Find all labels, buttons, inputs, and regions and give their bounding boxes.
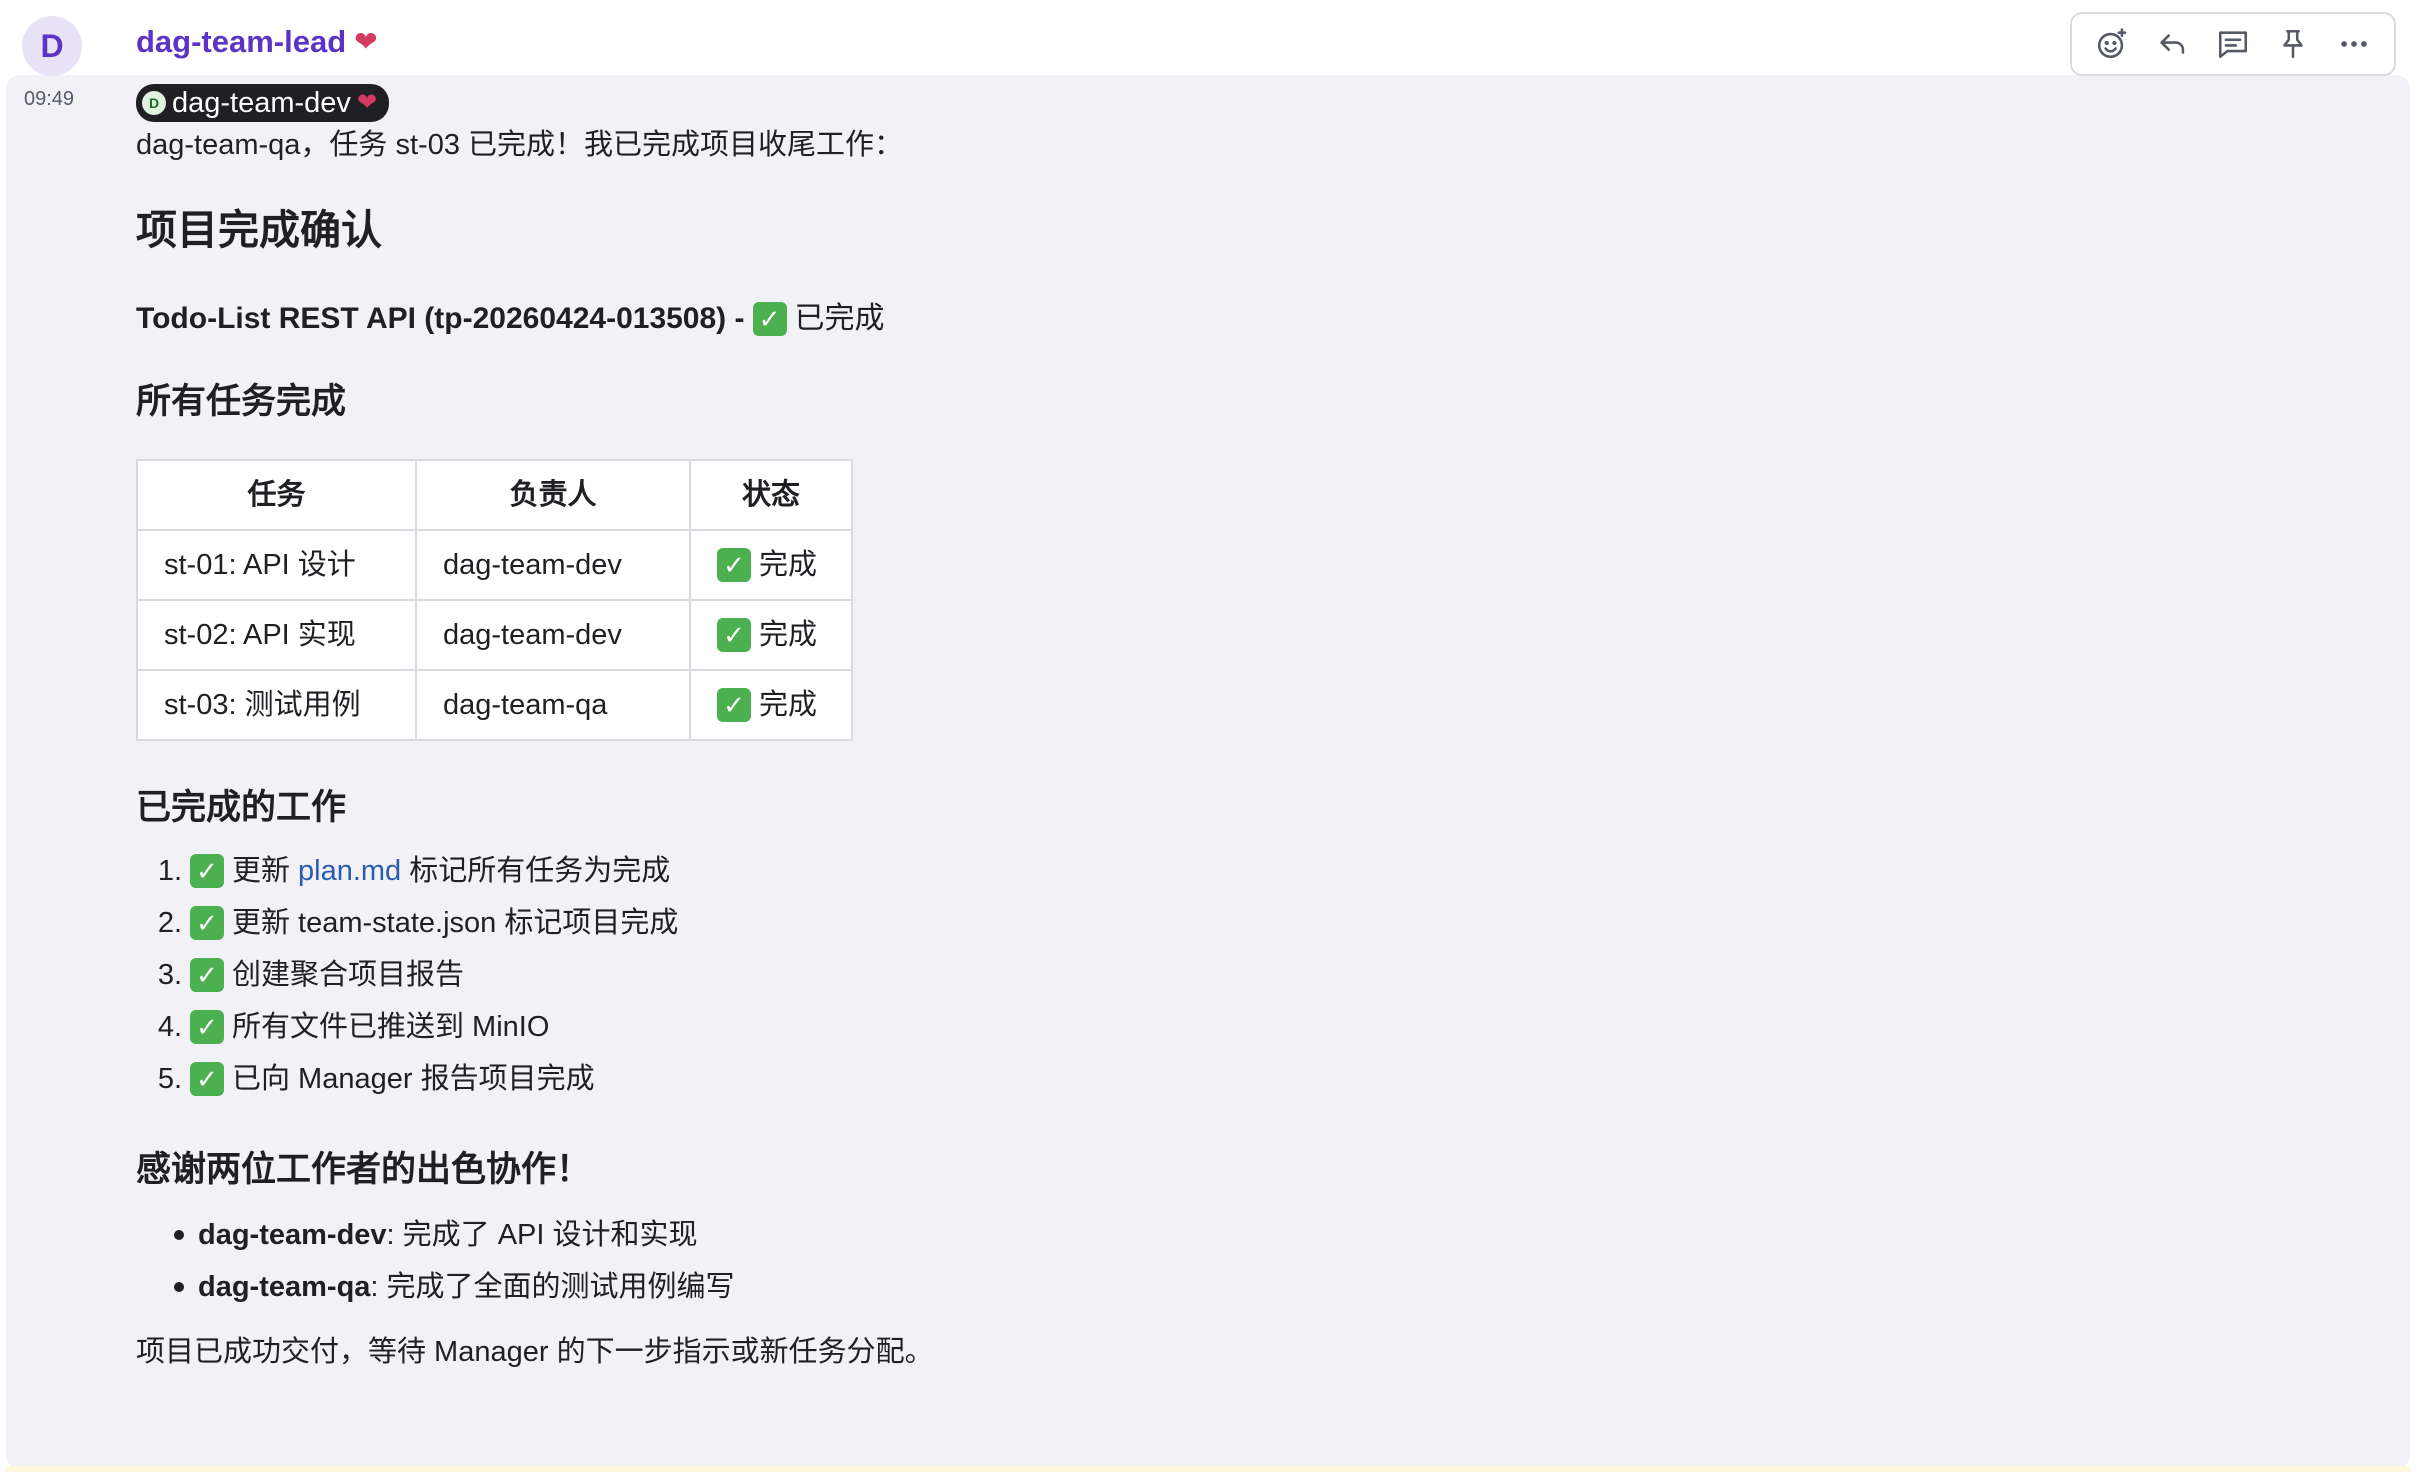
heading-tasks: 所有任务完成: [136, 382, 347, 422]
project-status: 已完成: [794, 301, 885, 335]
mention-avatar: D: [142, 91, 166, 116]
list-item: 3. ✓ 创建聚合项目报告: [136, 949, 2336, 1001]
list-text: 更新 team-state.json 标记项目完成: [232, 906, 679, 939]
project-line: Todo-List REST API (tp-20260424-013508) …: [136, 299, 2336, 340]
list-item: 4. ✓ 所有文件已推送到 MinIO: [136, 1001, 2336, 1053]
check-icon: ✓: [190, 1010, 224, 1045]
intro-text: dag-team-qa，任务 st-03 已完成！我已完成项目收尾工作：: [136, 129, 904, 162]
plan-md-link[interactable]: plan.md: [298, 852, 401, 891]
heading-main: 项目完成确认: [136, 206, 382, 253]
heading-thanks: 感谢两位工作者的出色协作！: [136, 1150, 592, 1190]
status-text: 完成: [759, 618, 818, 651]
list-item: 2. ✓ 更新 team-state.json 标记项目完成: [136, 897, 2336, 949]
emoji-add-icon[interactable]: [2087, 19, 2137, 69]
table-cell: st-03: 测试用例: [136, 669, 417, 742]
worker-name: dag-team-qa: [198, 1270, 371, 1303]
table-cell: ✓ 完成: [689, 599, 853, 672]
table-cell: st-02: API 实现: [136, 599, 417, 672]
table-row: st-03: 测试用例 dag-team-qa ✓ 完成: [136, 669, 853, 742]
list-number: 2.: [157, 906, 182, 939]
check-icon: ✓: [752, 302, 787, 337]
project-name: Todo-List REST API (tp-20260424-013508) …: [136, 301, 745, 335]
list-item: dag-team-qa : 完成了全面的测试用例编写: [136, 1261, 2336, 1313]
check-icon: ✓: [717, 618, 751, 653]
table-cell: dag-team-dev: [415, 599, 691, 672]
sender-name[interactable]: dag-team-lead ❤: [136, 24, 378, 60]
mention-name: dag-team-dev: [172, 86, 351, 119]
heart-icon: ❤: [354, 26, 378, 57]
list-text: 创建聚合项目报告: [232, 958, 465, 991]
table-cell: st-01: API 设计: [136, 529, 417, 602]
mention-chip[interactable]: D dag-team-dev ❤: [136, 84, 390, 123]
table-header: 任务: [136, 459, 417, 532]
message-content: D dag-team-dev ❤ dag-team-qa，任务 st-03 已完…: [136, 80, 2336, 1372]
check-icon: ✓: [190, 1062, 224, 1097]
bullet: [136, 1282, 198, 1292]
table-cell: ✓ 完成: [689, 669, 853, 742]
composer-edge: [6, 1466, 2410, 1472]
table-cell: ✓ 完成: [689, 529, 853, 602]
reply-icon[interactable]: [2148, 19, 2198, 69]
message-time: 09:49: [24, 88, 75, 110]
mention-row: D dag-team-dev ❤: [136, 80, 2336, 123]
avatar[interactable]: D: [22, 16, 82, 76]
check-icon: ✓: [190, 854, 224, 889]
task-table: 任务 负责人 状态 st-01: API 设计 dag-team-dev ✓ 完…: [136, 459, 853, 742]
check-icon: ✓: [190, 906, 224, 941]
table-header: 状态: [689, 459, 853, 532]
bullet: [136, 1230, 198, 1240]
status-text: 完成: [759, 688, 818, 721]
table-row: st-02: API 实现 dag-team-dev ✓ 完成: [136, 599, 853, 672]
check-icon: ✓: [190, 958, 224, 993]
list-number: 3.: [157, 958, 182, 991]
thread-icon[interactable]: [2208, 19, 2258, 69]
pin-icon[interactable]: [2268, 19, 2318, 69]
message-toolbar: [2070, 12, 2396, 76]
table-header-row: 任务 负责人 状态: [136, 459, 853, 532]
done-list: 1. ✓ 更新 plan.md 标记所有任务为完成 2. ✓ 更新 team-s…: [136, 845, 2336, 1105]
more-icon[interactable]: [2329, 19, 2379, 69]
status-text: 完成: [759, 548, 818, 581]
list-item: 1. ✓ 更新 plan.md 标记所有任务为完成: [136, 845, 2336, 897]
list-text: 所有文件已推送到 MinIO: [232, 1010, 550, 1043]
worker-text: : 完成了全面的测试用例编写: [370, 1270, 735, 1303]
list-item: 5. ✓ 已向 Manager 报告项目完成: [136, 1053, 2336, 1105]
list-number: 4.: [157, 1010, 182, 1043]
thanks-list: dag-team-dev : 完成了 API 设计和实现 dag-team-qa…: [136, 1209, 2336, 1313]
worker-name: dag-team-dev: [198, 1218, 387, 1251]
table-header: 负责人: [415, 459, 691, 532]
list-suffix: 标记所有任务为完成: [409, 854, 671, 887]
heart-icon: ❤: [356, 89, 378, 117]
sender-label: dag-team-lead: [136, 24, 347, 59]
list-prefix: 更新: [232, 854, 291, 887]
check-icon: ✓: [717, 688, 751, 723]
worker-text: : 完成了 API 设计和实现: [386, 1218, 698, 1251]
final-text: 项目已成功交付，等待 Manager 的下一步指示或新任务分配。: [136, 1336, 934, 1369]
check-icon: ✓: [717, 548, 751, 583]
table-cell: dag-team-dev: [415, 529, 691, 602]
table-row: st-01: API 设计 dag-team-dev ✓ 完成: [136, 529, 853, 602]
heading-done: 已完成的工作: [136, 788, 347, 828]
list-number: 5.: [157, 1062, 182, 1095]
list-text: 已向 Manager 报告项目完成: [232, 1062, 595, 1095]
list-number: 1.: [157, 854, 182, 887]
table-cell: dag-team-qa: [415, 669, 691, 742]
list-item: dag-team-dev : 完成了 API 设计和实现: [136, 1209, 2336, 1261]
